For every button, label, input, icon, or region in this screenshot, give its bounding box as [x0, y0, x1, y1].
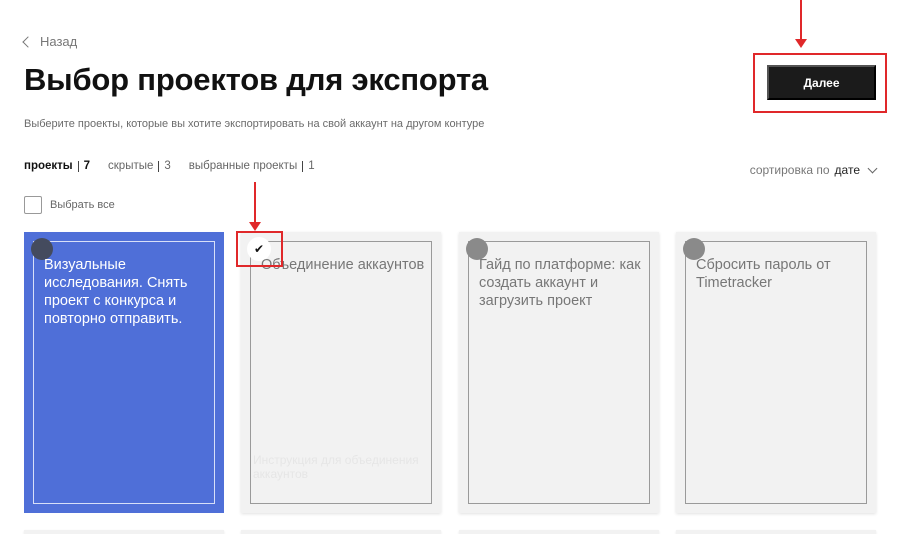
- annotation-box-check: [236, 231, 283, 267]
- sort-dropdown[interactable]: сортировка по дате: [749, 163, 878, 177]
- tab-count: 3: [164, 160, 171, 172]
- next-row-card: [24, 530, 224, 534]
- project-tabs: проекты 7 скрытые 3 выбранные проекты 1: [24, 160, 315, 172]
- sort-prefix: сортировка по: [749, 163, 830, 177]
- tab-selected-projects[interactable]: выбранные проекты 1: [189, 160, 315, 172]
- chevron-left-icon: [22, 35, 34, 48]
- select-all-label: Выбрать все: [50, 199, 115, 211]
- tab-label: выбранные проекты: [188, 160, 298, 172]
- next-row-card: [241, 530, 441, 534]
- back-label: Назад: [40, 34, 78, 49]
- next-button[interactable]: Далее: [767, 65, 876, 100]
- card-title: Гайд по платформе: как создать аккаунт и…: [479, 257, 641, 309]
- sort-value: дате: [834, 163, 860, 177]
- page-subtitle: Выберите проекты, которые вы хотите эксп…: [24, 118, 485, 130]
- tab-count: 1: [308, 160, 315, 172]
- tab-label: скрытые: [108, 160, 154, 172]
- card-title: Визуальные исследования. Снять проект с …: [44, 257, 188, 327]
- next-row-card: [459, 530, 659, 534]
- card-title: Сбросить пароль от Timetracker: [696, 257, 831, 291]
- tab-projects[interactable]: проекты 7: [24, 160, 90, 172]
- tab-label: проекты: [24, 160, 73, 172]
- annotation-arrow-check: [249, 182, 261, 231]
- tab-count: 7: [83, 160, 91, 172]
- project-card[interactable]: Сбросить пароль от Timetracker: [676, 232, 876, 513]
- chevron-down-icon: [867, 163, 878, 173]
- tab-divider: [77, 160, 79, 172]
- card-title: Объединение аккаунтов: [261, 257, 425, 273]
- tab-hidden[interactable]: скрытые 3: [108, 160, 171, 172]
- annotation-arrow-next: [795, 0, 807, 48]
- page: Назад Выбор проектов для экспорта Выбери…: [0, 0, 900, 534]
- project-card[interactable]: Визуальные исследования. Снять проект с …: [24, 232, 224, 513]
- next-row-card: [676, 530, 876, 534]
- project-card[interactable]: ✔ Объединение аккаунтов Инструкция для о…: [241, 232, 441, 513]
- select-all-checkbox[interactable]: [24, 196, 42, 214]
- back-link[interactable]: Назад: [22, 34, 78, 49]
- tab-divider: [302, 160, 304, 172]
- page-title: Выбор проектов для экспорта: [24, 62, 488, 97]
- card-footer-text: Инструкция для объединения аккаунтов: [253, 453, 419, 481]
- project-card[interactable]: Гайд по платформе: как создать аккаунт и…: [459, 232, 659, 513]
- tab-divider: [158, 160, 160, 172]
- select-all[interactable]: Выбрать все: [24, 196, 115, 214]
